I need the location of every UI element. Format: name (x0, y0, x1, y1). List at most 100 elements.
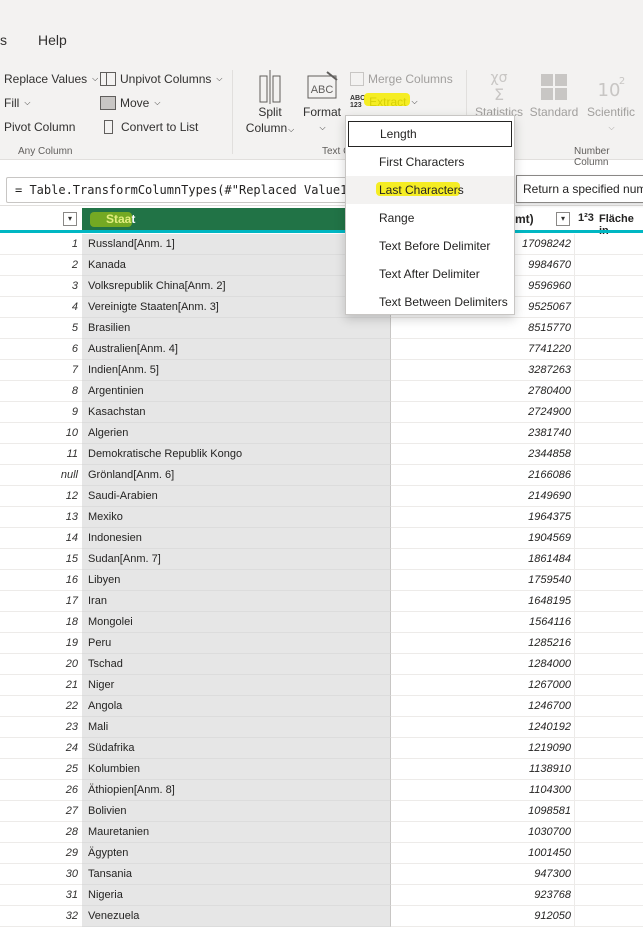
staat-cell[interactable]: Saudi-Arabien (82, 486, 391, 507)
staat-cell[interactable]: Sudan[Anm. 7] (82, 549, 391, 570)
area-cell[interactable]: 1030700 (391, 822, 575, 843)
format-button[interactable]: ABC Format ⌵ (300, 68, 344, 136)
area-cell[interactable]: 2381740 (391, 423, 575, 444)
flaeche-cell[interactable] (575, 297, 643, 318)
area-cell[interactable]: 1284000 (391, 654, 575, 675)
area-cell[interactable]: 1285216 (391, 633, 575, 654)
staat-cell[interactable]: Mongolei (82, 612, 391, 633)
staat-cell[interactable]: Kasachstan (82, 402, 391, 423)
flaeche-cell[interactable] (575, 570, 643, 591)
staat-cell[interactable]: Demokratische Republik Kongo (82, 444, 391, 465)
flaeche-cell[interactable] (575, 885, 643, 906)
staat-cell[interactable]: Mexiko (82, 507, 391, 528)
area-cell[interactable]: 1098581 (391, 801, 575, 822)
scientific-button[interactable]: 10 2 Scientific ⌵ (584, 68, 638, 136)
area-cell[interactable]: 1564116 (391, 612, 575, 633)
area-cell[interactable]: 1240192 (391, 717, 575, 738)
chevron-down-icon[interactable]: ▾ (63, 212, 77, 226)
row-index-cell[interactable]: 16 (0, 570, 82, 591)
staat-cell[interactable]: Indonesien (82, 528, 391, 549)
standard-button[interactable]: Standard (528, 68, 580, 120)
staat-cell[interactable]: Mauretanien (82, 822, 391, 843)
flaeche-cell[interactable] (575, 864, 643, 885)
flaeche-cell[interactable] (575, 528, 643, 549)
staat-cell[interactable]: Iran (82, 591, 391, 612)
area-cell[interactable]: 1001450 (391, 843, 575, 864)
row-index-cell[interactable]: 17 (0, 591, 82, 612)
area-cell[interactable]: 1267000 (391, 675, 575, 696)
menu-item-range[interactable]: Range (346, 204, 514, 232)
chevron-down-icon[interactable]: ▾ (556, 212, 570, 226)
flaeche-cell[interactable] (575, 234, 643, 255)
staat-cell[interactable]: Australien[Anm. 4] (82, 339, 391, 360)
area-cell[interactable]: 8515770 (391, 318, 575, 339)
row-index-cell[interactable]: 6 (0, 339, 82, 360)
flaeche-cell[interactable] (575, 843, 643, 864)
row-index-cell[interactable]: 7 (0, 360, 82, 381)
staat-cell[interactable]: Brasilien (82, 318, 391, 339)
area-cell[interactable]: 947300 (391, 864, 575, 885)
row-index-cell[interactable]: 9 (0, 402, 82, 423)
menu-item-last-characters[interactable]: Last Characters (346, 176, 514, 204)
menu-item-text-before-delimiter[interactable]: Text Before Delimiter (346, 232, 514, 260)
row-index-cell[interactable]: 11 (0, 444, 82, 465)
replace-values-button[interactable]: Replace Values ⌵ (4, 72, 98, 86)
staat-cell[interactable]: Tansania (82, 864, 391, 885)
menu-item-length[interactable]: Length (347, 120, 513, 148)
area-cell[interactable]: 1246700 (391, 696, 575, 717)
area-cell[interactable]: 1219090 (391, 738, 575, 759)
flaeche-cell[interactable] (575, 759, 643, 780)
area-cell[interactable]: 3287263 (391, 360, 575, 381)
menu-item-help[interactable]: Help (38, 32, 67, 48)
row-index-cell[interactable]: 8 (0, 381, 82, 402)
row-index-cell[interactable]: 28 (0, 822, 82, 843)
area-cell[interactable]: 2149690 (391, 486, 575, 507)
flaeche-cell[interactable] (575, 738, 643, 759)
flaeche-cell[interactable] (575, 780, 643, 801)
row-index-cell[interactable]: 12 (0, 486, 82, 507)
row-index-cell[interactable]: 3 (0, 276, 82, 297)
area-cell[interactable]: 2344858 (391, 444, 575, 465)
area-cell[interactable]: 1104300 (391, 780, 575, 801)
pivot-column-button[interactable]: Pivot Column (4, 120, 75, 134)
row-index-cell[interactable]: 13 (0, 507, 82, 528)
flaeche-cell[interactable] (575, 360, 643, 381)
staat-cell[interactable]: Peru (82, 633, 391, 654)
staat-cell[interactable]: Tschad (82, 654, 391, 675)
row-index-cell[interactable]: 5 (0, 318, 82, 339)
flaeche-cell[interactable] (575, 612, 643, 633)
staat-cell[interactable]: Bolivien (82, 801, 391, 822)
row-index-cell[interactable]: 23 (0, 717, 82, 738)
flaeche-cell[interactable] (575, 255, 643, 276)
staat-cell[interactable]: Indien[Anm. 5] (82, 360, 391, 381)
staat-cell[interactable]: Niger (82, 675, 391, 696)
area-cell[interactable]: 2166086 (391, 465, 575, 486)
flaeche-cell[interactable] (575, 549, 643, 570)
row-index-cell[interactable]: 31 (0, 885, 82, 906)
area-cell[interactable]: 912050 (391, 906, 575, 927)
row-index-cell[interactable]: 15 (0, 549, 82, 570)
staat-cell[interactable]: Ägypten (82, 843, 391, 864)
split-column-button[interactable]: Split Column⌵ (244, 68, 296, 138)
staat-cell[interactable]: Kolumbien (82, 759, 391, 780)
area-cell[interactable]: 1759540 (391, 570, 575, 591)
area-cell[interactable]: 1964375 (391, 507, 575, 528)
flaeche-cell[interactable] (575, 906, 643, 927)
unpivot-columns-button[interactable]: Unpivot Columns ⌵ (100, 72, 222, 86)
row-index-cell[interactable]: 2 (0, 255, 82, 276)
flaeche-cell[interactable] (575, 402, 643, 423)
flaeche-cell[interactable] (575, 507, 643, 528)
staat-cell[interactable]: Grönland[Anm. 6] (82, 465, 391, 486)
area-cell[interactable]: 2780400 (391, 381, 575, 402)
fill-button[interactable]: Fill ⌵ (4, 96, 30, 110)
flaeche-cell[interactable] (575, 675, 643, 696)
staat-cell[interactable]: Argentinien (82, 381, 391, 402)
area-cell[interactable]: 1138910 (391, 759, 575, 780)
flaeche-cell[interactable] (575, 633, 643, 654)
convert-to-list-button[interactable]: Convert to List (104, 120, 198, 134)
row-index-cell[interactable]: 27 (0, 801, 82, 822)
flaeche-cell[interactable] (575, 423, 643, 444)
area-cell[interactable]: 7741220 (391, 339, 575, 360)
flaeche-cell[interactable] (575, 801, 643, 822)
row-index-cell[interactable]: 26 (0, 780, 82, 801)
